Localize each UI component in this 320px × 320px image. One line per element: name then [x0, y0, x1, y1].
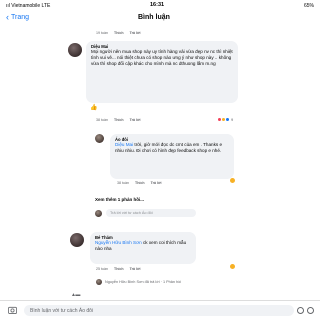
avatar	[96, 279, 102, 285]
reaction-icon[interactable]	[230, 178, 235, 183]
comment-text: Diệu Mai trời, giờ mới đọc dc cmt của em…	[115, 142, 229, 154]
mention-link[interactable]: Diệu Mai	[115, 142, 133, 147]
comment-time: 38 tuần	[117, 181, 129, 185]
reply-button[interactable]: Trả lời	[130, 31, 141, 35]
reaction-icon[interactable]	[230, 264, 235, 269]
reaction-summary[interactable]: 9	[217, 117, 234, 122]
reaction-count: 9	[231, 117, 234, 122]
avatar[interactable]	[68, 43, 82, 57]
comment-meta: 38 tuần Thích Trả lời	[96, 118, 141, 122]
page-title: Bình luận	[138, 14, 170, 21]
comment-text: Nguyễn Hữu Bình Sơn ck xem coi thích mẫu…	[95, 240, 191, 252]
comment-input-placeholder: Bình luận với tư cách Áo đôi	[30, 308, 94, 314]
reply-button[interactable]: Trả lời	[130, 118, 141, 122]
back-button[interactable]: ‹ Trang	[6, 12, 30, 22]
sticker-icon[interactable]	[307, 307, 314, 314]
camera-icon[interactable]	[8, 306, 17, 314]
reply-button[interactable]: Trả lời	[151, 181, 162, 185]
comment-time: 25 tuần	[96, 267, 108, 271]
reply-button[interactable]: Trả lời	[130, 267, 141, 271]
comment-bubble: Diệu Mai Mọi người nên mua shop này uy t…	[86, 41, 238, 103]
emoji-icon[interactable]	[297, 307, 304, 314]
reaction-icons	[217, 117, 230, 122]
comment-time: 19 tuần	[96, 31, 108, 35]
back-label: Trang	[11, 14, 30, 21]
comment-composer: Bình luận với tư cách Áo đôi	[0, 300, 320, 320]
like-reaction-icon	[225, 117, 230, 122]
carrier-label: ııl Vietnamobile LTE	[6, 3, 51, 9]
view-more-replies[interactable]: Xem thêm 1 phản hồi...	[95, 197, 144, 202]
comment-meta: 38 tuần Thích Trả lời	[117, 181, 162, 185]
like-button[interactable]: Thích	[135, 181, 145, 185]
reply-preview[interactable]: Nguyễn Hữu Bình Sơn đã trả lời · 1 Phản …	[105, 280, 181, 284]
comment-meta-top: 19 tuần Thích Trả lời	[96, 31, 141, 35]
like-button[interactable]: Thích	[114, 31, 124, 35]
comment-time: 38 tuần	[96, 118, 108, 122]
chevron-left-icon: ‹	[6, 12, 9, 22]
comment-input[interactable]: Bình luận với tư cách Áo đôi	[24, 305, 294, 316]
clock: 16:31	[150, 2, 165, 8]
reply-input[interactable]: Trả lời với tư cách Áo đôi	[106, 209, 196, 217]
avatar[interactable]	[95, 134, 104, 143]
reaction-emoji: 👍	[90, 105, 98, 111]
avatar[interactable]	[70, 233, 84, 247]
comment-meta: 25 tuần Thích Trả lời	[96, 267, 141, 271]
avatar	[95, 210, 102, 217]
battery-indicator: 65%	[303, 3, 314, 9]
nav-header: ‹ Trang Bình luận	[0, 11, 320, 27]
comment-bubble: Áo đôi Diệu Mai trời, giờ mới đọc dc cmt…	[110, 134, 234, 179]
loading-icon: ▲ ▬	[71, 292, 80, 298]
comment-text: Mọi người nên mua shop này uy tính hàng …	[91, 49, 233, 66]
like-button[interactable]: Thích	[114, 118, 124, 122]
comment-bubble: Bé Thảm Nguyễn Hữu Bình Sơn ck xem coi t…	[90, 232, 196, 264]
like-button[interactable]: Thích	[114, 267, 124, 271]
mention-link[interactable]: Nguyễn Hữu Bình Sơn	[95, 240, 142, 245]
